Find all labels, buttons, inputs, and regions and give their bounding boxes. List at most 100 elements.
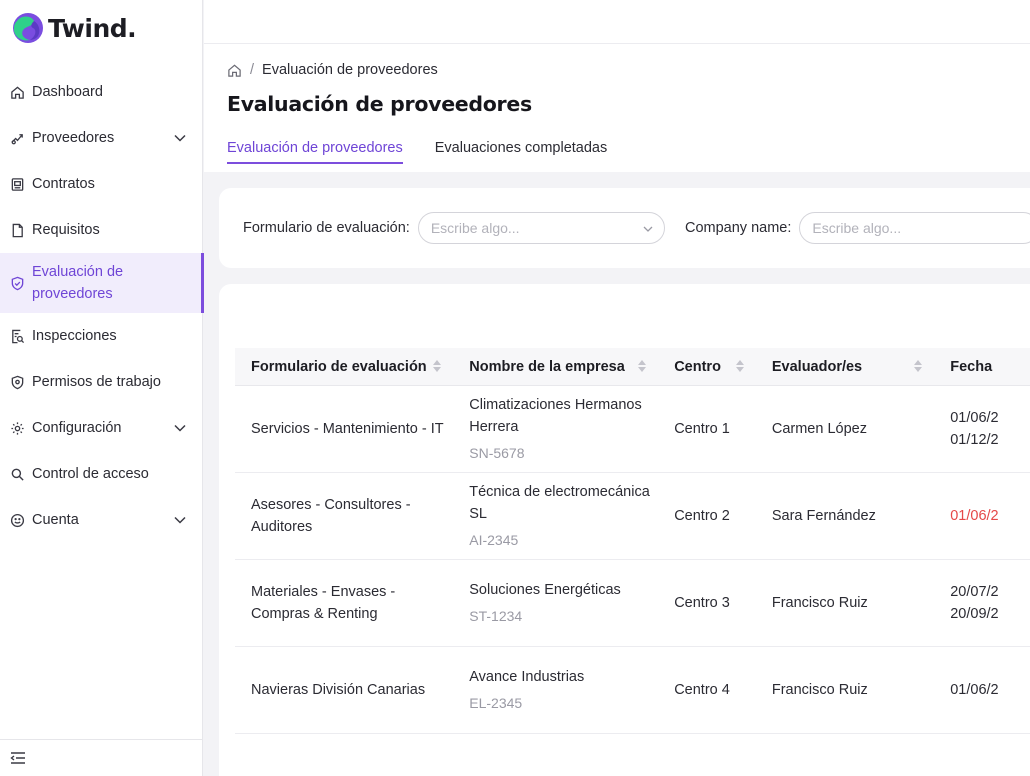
filter-company-label: Company name: — [685, 220, 792, 236]
brand-logo[interactable]: Twind. — [11, 12, 137, 44]
top-header — [204, 0, 1030, 44]
sort-icon[interactable] — [735, 360, 744, 372]
sidebar-item-permisos-trabajo[interactable]: Permisos de trabajo — [0, 359, 203, 405]
column-header-formulario[interactable]: Formulario de evaluación — [235, 348, 453, 385]
smiley-icon — [10, 513, 25, 528]
sidebar-item-evaluacion-proveedores[interactable]: Evaluación de proveedores — [0, 253, 204, 313]
chevron-down-icon[interactable] — [173, 513, 187, 527]
column-header-label: Formulario de evaluación — [251, 358, 427, 375]
tabs: Evaluación de proveedores Evaluaciones c… — [227, 140, 607, 164]
column-header-fecha[interactable]: Fecha — [934, 348, 1030, 385]
company-name-field[interactable] — [799, 212, 1030, 244]
home-icon — [10, 85, 25, 100]
cell-formulario: Materiales - Envases - Compras & Renting — [251, 584, 396, 622]
sidebar-item-requisitos[interactable]: Requisitos — [0, 207, 203, 253]
cell-centro: Centro 3 — [674, 595, 730, 611]
chevron-down-icon[interactable] — [173, 421, 187, 435]
page-title: Evaluación de proveedores — [227, 92, 532, 116]
breadcrumb: / Evaluación de proveedores — [227, 62, 438, 78]
page-header: / Evaluación de proveedores Evaluación d… — [204, 44, 1030, 172]
sidebar-footer — [0, 739, 203, 776]
cell-evaluador: Francisco Ruiz — [771, 682, 868, 698]
company-name-input[interactable] — [812, 220, 1027, 236]
column-header-label: Fecha — [950, 358, 993, 375]
cell-formulario: Asesores - Consultores - Auditores — [251, 497, 411, 535]
filter-card: Formulario de evaluación: Company name: — [219, 188, 1030, 268]
date-value-overdue: 01/06/2 — [950, 508, 999, 524]
table-row[interactable]: Materiales - Envases - Compras & Renting… — [235, 560, 1030, 647]
sidebar-item-dashboard[interactable]: Dashboard — [0, 69, 203, 115]
table-row[interactable]: Navieras División Canarias Avance Indust… — [235, 647, 1030, 734]
sidebar-item-label: Configuración — [32, 420, 122, 436]
column-header-label: Nombre de la empresa — [469, 358, 625, 375]
sidebar-item-proveedores[interactable]: Proveedores — [0, 115, 203, 161]
column-header-centro[interactable]: Centro — [658, 348, 756, 385]
sidebar-item-configuracion[interactable]: Configuración — [0, 405, 203, 451]
handshake-icon — [10, 131, 25, 146]
contract-icon — [10, 177, 25, 192]
date-value: 01/06/2 — [950, 682, 999, 698]
sidebar-item-label: Contratos — [32, 176, 95, 192]
table-row[interactable]: Servicios - Mantenimiento - IT Climatiza… — [235, 386, 1030, 473]
permit-icon — [10, 375, 25, 390]
cell-evaluador: Francisco Ruiz — [771, 595, 868, 611]
breadcrumb-current: Evaluación de proveedores — [262, 62, 438, 78]
inspection-icon — [10, 329, 25, 344]
tab-evaluaciones-completadas[interactable]: Evaluaciones completadas — [435, 140, 608, 164]
column-header-label: Centro — [674, 358, 721, 375]
brand-name: Twind. — [48, 13, 137, 43]
sidebar-nav: Dashboard Proveedores Contratos Requisit… — [0, 69, 204, 543]
sidebar-item-control-acceso[interactable]: Control de acceso — [0, 451, 203, 497]
gear-icon — [10, 421, 25, 436]
table-row[interactable]: Asesores - Consultores - Auditores Técni… — [235, 473, 1030, 560]
company-name: Técnica de electromecánica SL — [469, 484, 650, 522]
sidebar-item-inspecciones[interactable]: Inspecciones — [0, 313, 203, 359]
company-name: Soluciones Energéticas — [469, 582, 621, 598]
collapse-menu-icon[interactable] — [10, 751, 26, 765]
chevron-down-icon[interactable] — [642, 222, 654, 238]
sidebar-item-cuenta[interactable]: Cuenta — [0, 497, 203, 543]
filter-form-group: Formulario de evaluación: — [243, 212, 665, 244]
sidebar-item-label: Control de acceso — [32, 466, 149, 482]
table-header: Formulario de evaluación Nombre de la em… — [235, 348, 1030, 386]
cell-empresa: Avance Industrias EL-2345 — [453, 666, 658, 714]
sidebar-item-label: Dashboard — [32, 84, 103, 100]
date-value: 01/12/2 — [950, 432, 999, 448]
form-select-input[interactable] — [430, 220, 652, 236]
sidebar-item-label: Proveedores — [32, 130, 115, 146]
search-icon — [10, 467, 25, 482]
date-value: 20/07/2 — [950, 584, 999, 600]
sort-icon[interactable] — [638, 360, 647, 372]
cell-fecha: 01/06/2 — [934, 679, 1030, 701]
cell-fecha: 20/07/2 20/09/2 — [934, 581, 1030, 625]
company-code: AI-2345 — [469, 532, 519, 548]
tab-evaluacion-proveedores[interactable]: Evaluación de proveedores — [227, 140, 403, 164]
filter-company-group: Company name: — [685, 212, 1030, 244]
cell-empresa: Técnica de electromecánica SL AI-2345 — [453, 481, 658, 551]
cell-centro: Centro 2 — [674, 508, 730, 524]
sidebar-item-label: Requisitos — [32, 222, 100, 238]
sidebar-item-label: Inspecciones — [32, 328, 117, 344]
evaluations-table: Formulario de evaluación Nombre de la em… — [235, 348, 1030, 734]
cell-formulario: Servicios - Mantenimiento - IT — [251, 421, 444, 437]
breadcrumb-separator: / — [250, 62, 255, 78]
sort-icon[interactable] — [433, 360, 442, 372]
column-header-empresa[interactable]: Nombre de la empresa — [453, 348, 658, 385]
cell-centro: Centro 1 — [674, 421, 730, 437]
home-icon[interactable] — [227, 63, 242, 78]
cell-formulario: Navieras División Canarias — [251, 682, 426, 698]
chevron-down-icon[interactable] — [173, 131, 187, 145]
sidebar-item-contratos[interactable]: Contratos — [0, 161, 203, 207]
evaluations-table-card: Formulario de evaluación Nombre de la em… — [219, 284, 1030, 776]
column-header-label: Evaluador/es — [771, 358, 863, 375]
cell-evaluador: Carmen López — [771, 421, 867, 437]
sidebar-item-label: Evaluación de proveedores — [32, 264, 124, 302]
date-value: 01/06/2 — [950, 410, 999, 426]
form-select[interactable] — [417, 212, 665, 244]
column-header-evaluador[interactable]: Evaluador/es — [756, 348, 934, 385]
company-name: Climatizaciones Hermanos Herrera — [469, 397, 642, 435]
shield-check-icon — [10, 276, 25, 291]
sort-icon[interactable] — [914, 360, 923, 372]
filter-form-label: Formulario de evaluación: — [243, 220, 410, 236]
document-icon — [10, 223, 25, 238]
